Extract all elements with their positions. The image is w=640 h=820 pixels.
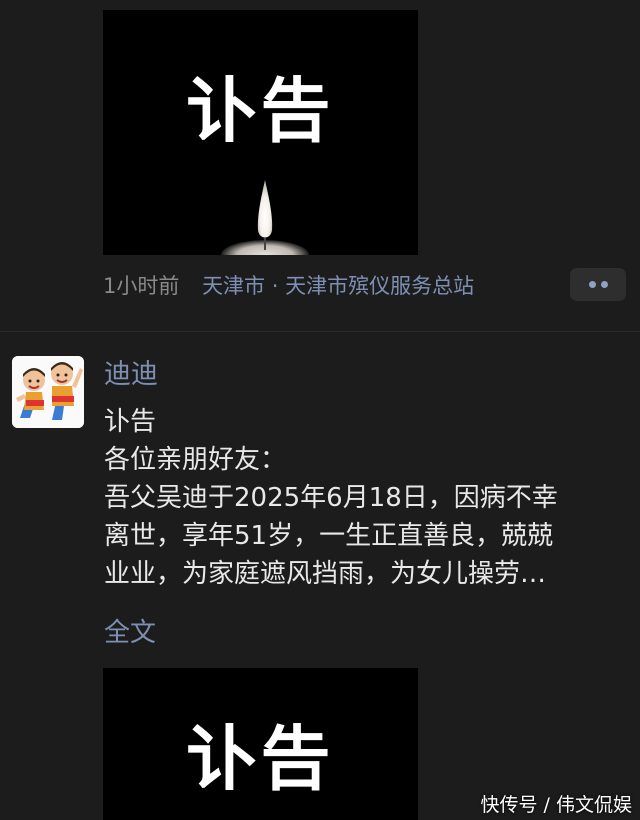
obituary-image-title: 讣告: [186, 718, 335, 800]
more-dots-icon: [601, 281, 608, 288]
post-location-link[interactable]: 天津市 · 天津市殡仪服务总站: [202, 274, 474, 298]
avatar[interactable]: [12, 356, 84, 428]
candle-icon: [257, 180, 273, 250]
post-divider: [0, 331, 640, 332]
post-text-line: 离世，享年51岁，一生正直善良，兢兢: [104, 521, 554, 551]
more-options-button[interactable]: [570, 268, 626, 301]
watermark: 快传号 / 伟文侃娱: [480, 794, 632, 816]
post-time: 1小时前: [103, 274, 180, 298]
cartoon-avatar-icon: [12, 356, 84, 428]
post-text-line: 吾父吴迪于2025年6月18日，因病不幸: [104, 483, 558, 513]
obituary-image-title: 讣告: [186, 70, 335, 152]
obituary-image[interactable]: 讣告: [103, 10, 418, 255]
obituary-image[interactable]: 讣告: [103, 668, 418, 820]
more-dots-icon: [589, 281, 596, 288]
full-text-link[interactable]: 全文: [104, 614, 156, 652]
author-name-link[interactable]: 迪迪: [104, 357, 158, 393]
post-text-line: 各位亲朋好友：: [104, 445, 287, 475]
post-meta: 1小时前 天津市 · 天津市殡仪服务总站: [103, 270, 474, 302]
moments-feed: 讣告 1小时前 天津市 · 天津市殡仪服务总站 迪迪 讣告 各位亲朋好友： 吾父…: [0, 0, 640, 820]
post-text-line: 讣告: [104, 407, 157, 437]
post-text: 讣告 各位亲朋好友： 吾父吴迪于2025年6月18日，因病不幸 离世，享年51岁…: [104, 403, 626, 593]
post-text-line: 业业，为家庭遮风挡雨，为女儿操劳…: [104, 559, 547, 589]
